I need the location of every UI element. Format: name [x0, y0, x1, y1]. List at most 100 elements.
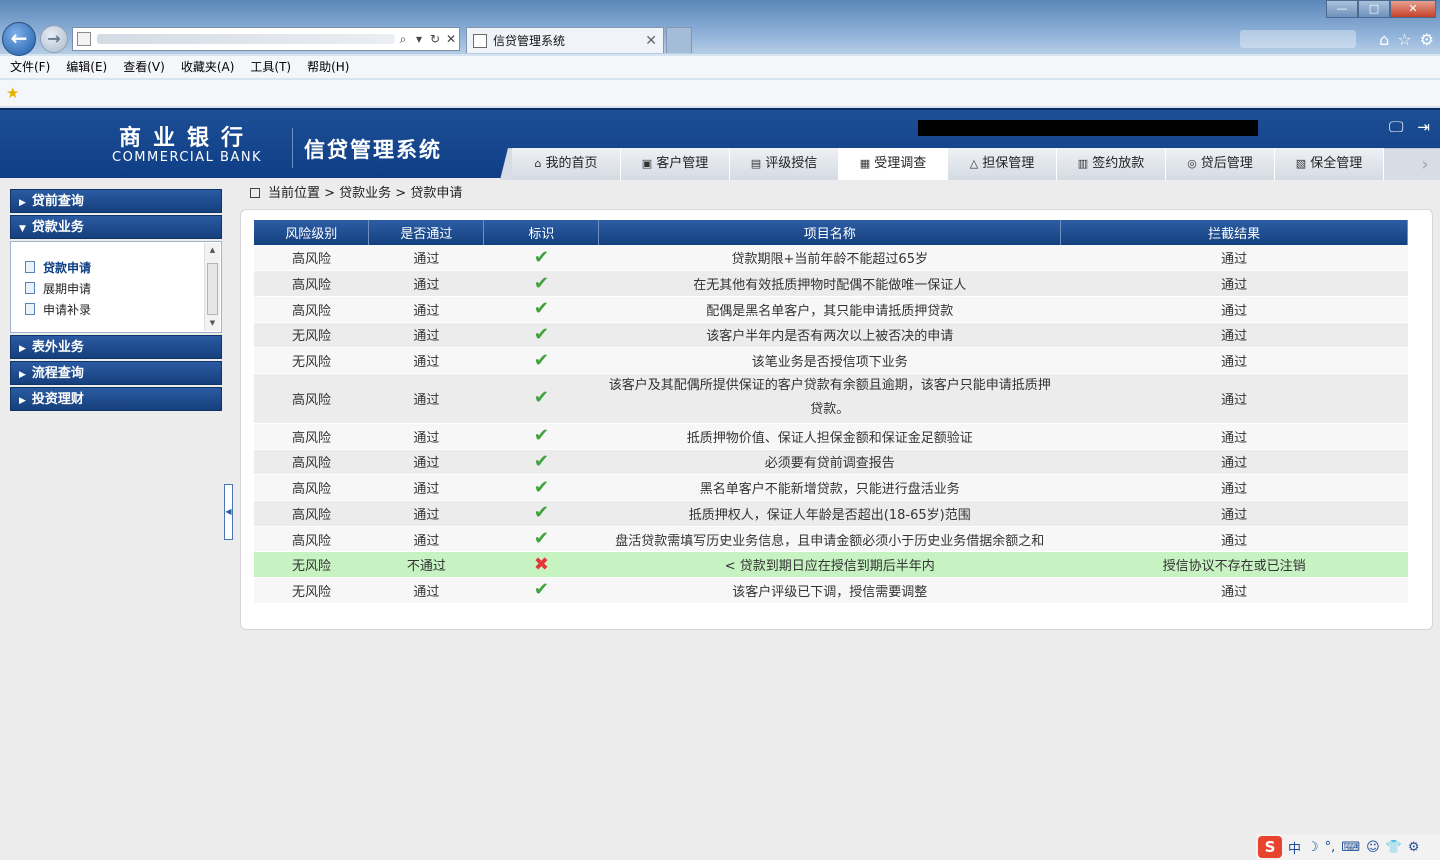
address-url-obscured[interactable]	[97, 34, 395, 44]
cell-result: 通过	[1060, 296, 1408, 323]
monitor-icon[interactable]: 🖵	[1389, 118, 1403, 136]
cell-result: 通过	[1060, 270, 1408, 297]
cell-pass: 通过	[368, 474, 484, 501]
user-info-redacted	[918, 120, 1258, 136]
cell-pass: 通过	[368, 322, 484, 349]
ime-settings-icon[interactable]: ⚙	[1408, 840, 1420, 855]
sogou-ime-logo-icon[interactable]: S	[1258, 836, 1282, 858]
menu-help[interactable]: 帮助(H)	[307, 56, 349, 78]
table-row[interactable]: 高风险 通过 ✔ 盘活贷款需填写历史业务信息，且申请金额必须小于历史业务借据余额之和通…	[254, 526, 1408, 553]
menu-edit[interactable]: 编辑(E)	[66, 56, 107, 78]
nav-tab-5[interactable]: ▥ 签约放款	[1057, 148, 1166, 180]
menu-view[interactable]: 查看(V)	[123, 56, 165, 78]
sidebar-item-application-supplement[interactable]: 申请补录	[11, 300, 221, 321]
address-bar[interactable]: ⌕ ▾ ↻ ✕	[72, 27, 460, 51]
table-row[interactable]: 高风险 通过 ✔ 在无其他有效抵质押物时配偶不能做唯一保证人 通过	[254, 270, 1408, 297]
minimize-button[interactable]: —	[1326, 0, 1358, 18]
table-row[interactable]: 高风险 通过 ✔ 抵质押权人，保证人年龄是否超出(18-65岁)范围 通过	[254, 500, 1408, 527]
tools-gear-icon[interactable]: ⚙	[1420, 30, 1434, 49]
halfwidth-moon-icon[interactable]: ☽	[1307, 840, 1319, 855]
col-risk-level[interactable]: 风险级别	[254, 220, 370, 245]
col-mark[interactable]: 标识	[483, 220, 600, 245]
table-row[interactable]: 高风险 通过 ✔ 抵质押物价值、保证人担保金额和保证金足额验证 通过	[254, 423, 1408, 450]
close-window-button[interactable]: ✕	[1390, 0, 1436, 18]
sidebar-scrollbar[interactable]: ▲ ▼	[204, 243, 220, 331]
menu-file[interactable]: 文件(F)	[10, 56, 50, 78]
menu-favorites[interactable]: 收藏夹(A)	[181, 56, 235, 78]
menu-tools[interactable]: 工具(T)	[250, 56, 291, 78]
sidebar-section-pre-loan-query[interactable]: ▶ 贷前查询	[10, 189, 222, 213]
nav-tab-1[interactable]: ▣ 客户管理	[621, 148, 730, 180]
nav-tab-4[interactable]: △ 担保管理	[948, 148, 1057, 180]
cell-item-name: 抵质押物价值、保证人担保金额和保证金足额验证	[598, 423, 1061, 450]
cell-risk-level: 无风险	[254, 347, 369, 374]
browser-tab[interactable]: 信贷管理系统 ✕	[466, 27, 664, 53]
sidebar-section-process-query[interactable]: ▶ 流程查询	[10, 361, 222, 385]
new-tab-button[interactable]	[666, 27, 692, 53]
scroll-down-icon[interactable]: ▼	[205, 319, 220, 327]
table-row[interactable]: 无风险 通过 ✔ 该笔业务是否授信项下业务 通过	[254, 347, 1408, 374]
nav-tab-icon: ▦	[859, 157, 871, 170]
skin-shirt-icon[interactable]: 👕	[1386, 840, 1402, 855]
nav-tab-label: 签约放款	[1092, 156, 1145, 171]
page-favicon-icon	[77, 32, 91, 46]
cell-result: 通过	[1060, 526, 1408, 553]
sidebar-section-label: 贷款业务	[31, 220, 84, 235]
sidebar-section-loan-business[interactable]: ▼ 贷款业务	[10, 215, 222, 239]
cell-risk-level: 高风险	[254, 423, 369, 450]
favorites-star-icon[interactable]: ☆	[1397, 30, 1411, 49]
item-name-line: 该客户及其配偶所提供保证的客户贷款有余额且逾期，该客户只能申请抵质押	[608, 378, 1051, 394]
scroll-up-icon[interactable]: ▲	[205, 246, 220, 254]
col-result[interactable]: 拦截结果	[1060, 220, 1408, 245]
nav-tab-2[interactable]: ▤ 评级授信	[730, 148, 839, 180]
scrollbar-thumb[interactable]	[207, 263, 218, 315]
refresh-icon[interactable]: ↻	[427, 32, 443, 46]
table-row[interactable]: 高风险 通过 ✔ 配偶是黑名单客户，其只能申请抵质押贷款 通过	[254, 296, 1408, 323]
cell-result: 通过	[1060, 577, 1408, 604]
nav-tab-3[interactable]: ▦ 受理调查	[839, 148, 948, 180]
table-row[interactable]: 无风险 不通过 ✖ < 贷款到期日应在授信到期后半年内 授信协议不存在或已注销	[254, 551, 1408, 579]
ime-language-toggle[interactable]: 中	[1288, 838, 1301, 857]
maximize-button[interactable]: □	[1358, 0, 1390, 18]
add-favorite-star-icon[interactable]: ★	[6, 84, 19, 102]
expand-arrow-icon: ▶	[19, 370, 26, 380]
search-icon[interactable]: ⌕	[395, 32, 411, 47]
pass-check-icon: ✔	[533, 450, 549, 472]
sidebar-collapse-toggle[interactable]: ◀	[224, 484, 233, 540]
home-icon[interactable]: ⌂	[1379, 30, 1389, 49]
breadcrumb: 当前位置 > 贷款业务 > 贷款申请	[250, 186, 462, 202]
cell-result: 通过	[1060, 474, 1408, 501]
nav-tab-0[interactable]: ⌂ 我的首页	[512, 148, 621, 180]
tab-close-icon[interactable]: ✕	[645, 33, 657, 49]
emoji-icon[interactable]: ☺	[1366, 840, 1380, 855]
sidebar-item-extension-application[interactable]: 展期申请	[11, 279, 221, 300]
sidebar-item-loan-application[interactable]: 贷款申请	[11, 258, 221, 279]
nav-tab-6[interactable]: ◎ 贷后管理	[1166, 148, 1275, 180]
keyboard-icon[interactable]: ⌨	[1341, 840, 1360, 855]
sidebar-section-investment[interactable]: ▶ 投资理财	[10, 387, 222, 411]
table-row[interactable]: 高风险 通过 ✔ 该客户及其配偶所提供保证的客户贷款有余额且逾期，该客户只能申请抵质押…	[254, 373, 1408, 424]
nav-scroll-right-icon[interactable]: ›	[1410, 149, 1440, 180]
ime-toolbar: S 中 ☽ °, ⌨ ☺ 👕 ⚙	[1256, 834, 1440, 860]
punctuation-icon[interactable]: °,	[1325, 840, 1336, 855]
table-row[interactable]: 高风险 通过 ✔ 必须要有贷前调查报告 通过	[254, 449, 1408, 476]
table-row[interactable]: 无风险 通过 ✔ 该客户评级已下调，授信需要调整 通过	[254, 577, 1408, 604]
logout-icon[interactable]: ⇥	[1417, 118, 1430, 136]
stop-icon[interactable]: ✕	[443, 32, 459, 46]
col-pass[interactable]: 是否通过	[368, 220, 485, 245]
browser-menubar: 文件(F) 编辑(E) 查看(V) 收藏夹(A) 工具(T) 帮助(H)	[0, 56, 1440, 78]
cell-mark: ✔	[483, 322, 599, 349]
nav-tab-label: 担保管理	[982, 156, 1035, 171]
dropdown-icon[interactable]: ▾	[411, 32, 427, 46]
table-row[interactable]: 高风险 通过 ✔ 黑名单客户不能新增贷款，只能进行盘活业务 通过	[254, 474, 1408, 501]
back-button[interactable]: ←	[2, 22, 36, 56]
sidebar-section-label: 流程查询	[31, 366, 84, 381]
table-row[interactable]: 无风险 通过 ✔ 该客户半年内是否有两次以上被否决的申请 通过	[254, 322, 1408, 349]
forward-button[interactable]: →	[40, 25, 68, 53]
sidebar-section-off-balance[interactable]: ▶ 表外业务	[10, 335, 222, 359]
search-box-obscured[interactable]	[1240, 30, 1356, 48]
table-row[interactable]: 高风险 通过 ✔ 贷款期限+当前年龄不能超过65岁 通过	[254, 245, 1408, 272]
col-item-name[interactable]: 项目名称	[598, 220, 1062, 245]
cell-pass: 通过	[368, 526, 484, 553]
nav-tab-7[interactable]: ▧ 保全管理	[1275, 148, 1384, 180]
